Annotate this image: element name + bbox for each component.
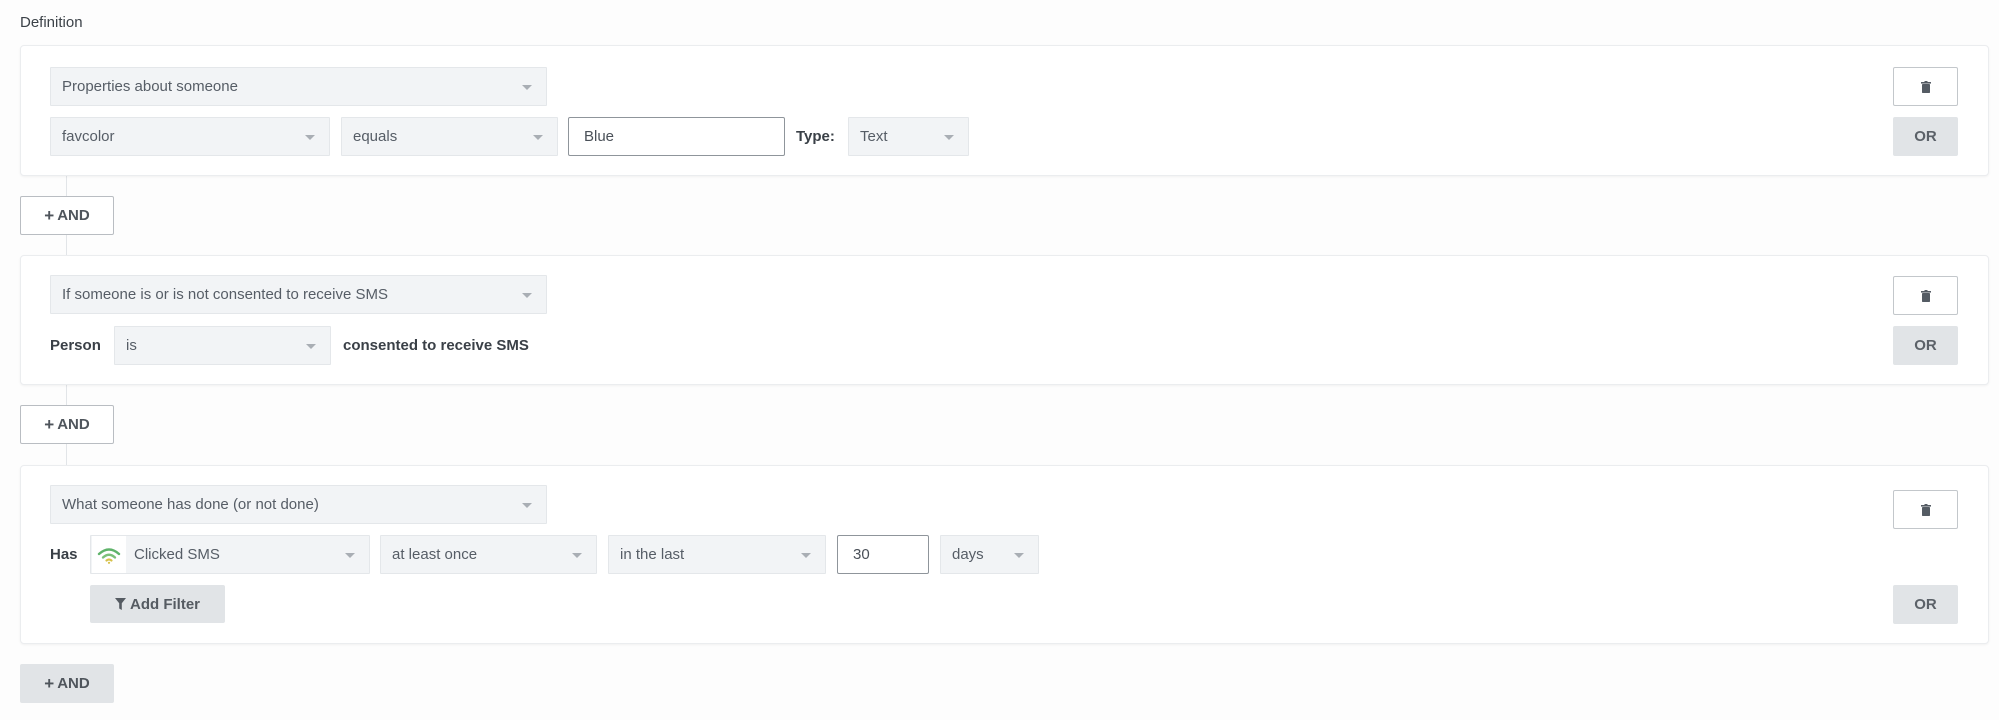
condition-card-1: [20, 45, 1989, 176]
add-and-button[interactable]: + AND: [20, 405, 114, 444]
chevron-down-icon: [522, 85, 532, 90]
select-value: at least once: [392, 546, 478, 563]
select-value: days: [952, 546, 984, 563]
chevron-down-icon: [801, 553, 811, 558]
chevron-down-icon: [345, 553, 355, 558]
add-filter-button[interactable]: Add Filter: [90, 585, 225, 623]
plus-icon: +: [44, 206, 55, 225]
chevron-down-icon: [572, 553, 582, 558]
connector-line: [66, 385, 67, 406]
connector-line: [66, 444, 67, 465]
chevron-down-icon: [306, 344, 316, 349]
frequency-select[interactable]: at least once: [380, 535, 597, 574]
timeframe-unit-select[interactable]: days: [940, 535, 1039, 574]
property-select[interactable]: favcolor: [50, 117, 330, 156]
select-value: favcolor: [62, 128, 115, 145]
button-label: Add Filter: [130, 595, 200, 613]
operator-select[interactable]: equals: [341, 117, 558, 156]
chevron-down-icon: [533, 135, 543, 140]
select-value: Clicked SMS: [134, 546, 220, 563]
delete-condition-button[interactable]: [1893, 490, 1958, 529]
plus-icon: +: [44, 674, 55, 693]
delete-condition-button[interactable]: [1893, 67, 1958, 106]
value-input[interactable]: Blue: [568, 117, 785, 156]
select-value: is: [126, 337, 137, 354]
section-title: Definition: [20, 14, 83, 31]
chevron-down-icon: [944, 135, 954, 140]
has-label: Has: [50, 546, 78, 563]
consent-text: consented to receive SMS: [343, 337, 529, 354]
select-value: equals: [353, 128, 398, 145]
select-value: If someone is or is not consented to rec…: [62, 286, 388, 303]
trash-icon: [1920, 289, 1931, 302]
datatype-select[interactable]: Text: [848, 117, 969, 156]
trash-icon: [1920, 503, 1931, 516]
add-and-button[interactable]: + AND: [20, 196, 114, 235]
consent-select[interactable]: is: [114, 326, 331, 365]
funnel-icon: [115, 598, 126, 610]
trash-icon: [1920, 80, 1931, 93]
or-button[interactable]: OR: [1893, 585, 1958, 624]
condition-type-select[interactable]: If someone is or is not consented to rec…: [50, 275, 547, 314]
connector-line: [66, 176, 67, 197]
timeframe-value-input[interactable]: 30: [837, 535, 929, 574]
chevron-down-icon: [1014, 553, 1024, 558]
sms-signal-icon: [92, 536, 126, 573]
select-value: Properties about someone: [62, 78, 238, 95]
condition-type-select[interactable]: Properties about someone: [50, 67, 547, 106]
or-button[interactable]: OR: [1893, 326, 1958, 365]
button-label: AND: [57, 416, 90, 433]
condition-type-select[interactable]: What someone has done (or not done): [50, 485, 547, 524]
connector-line: [66, 235, 67, 255]
chevron-down-icon: [522, 503, 532, 508]
timeframe-select[interactable]: in the last: [608, 535, 826, 574]
input-value: Blue: [584, 128, 615, 145]
select-value: in the last: [620, 546, 685, 563]
button-label: AND: [57, 675, 90, 692]
select-value: What someone has done (or not done): [62, 496, 319, 513]
delete-condition-button[interactable]: [1893, 276, 1958, 315]
button-label: AND: [57, 207, 90, 224]
metric-select[interactable]: Clicked SMS: [90, 535, 370, 574]
select-value: Text: [860, 128, 888, 145]
add-and-button[interactable]: + AND: [20, 664, 114, 703]
person-label: Person: [50, 337, 101, 354]
chevron-down-icon: [305, 135, 315, 140]
input-value: 30: [853, 546, 870, 563]
type-label: Type:: [796, 128, 835, 145]
plus-icon: +: [44, 415, 55, 434]
chevron-down-icon: [522, 293, 532, 298]
or-button[interactable]: OR: [1893, 117, 1958, 156]
